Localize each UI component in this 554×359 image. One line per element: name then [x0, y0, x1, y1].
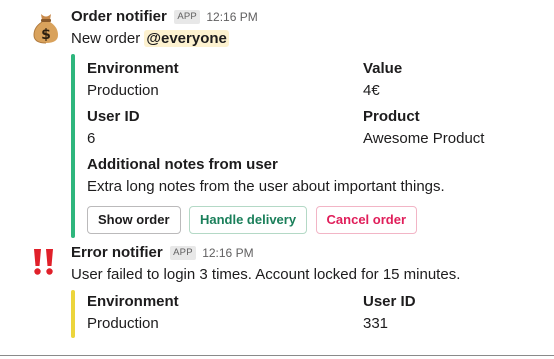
field-notes: Additional notes from user Extra long no… — [87, 154, 527, 198]
handle-delivery-button[interactable]: Handle delivery — [188, 206, 308, 234]
field-user-id: User ID 6 — [87, 106, 357, 150]
order-attachment: Environment Production Value 4€ User ID … — [71, 54, 541, 238]
app-badge: APP — [174, 10, 200, 24]
app-badge: APP — [170, 246, 196, 260]
field-value: Production — [87, 315, 159, 332]
message-timestamp[interactable]: 12:16 PM — [202, 246, 253, 260]
message-text-prefix: New order — [71, 30, 141, 47]
message-text: User failed to login 3 times. Account lo… — [71, 266, 461, 283]
sender-name[interactable]: Order notifier — [71, 8, 167, 25]
field-value: 331 — [363, 315, 389, 332]
attachment-accent-bar — [71, 54, 75, 238]
field-value: Extra long notes from the user about imp… — [87, 178, 445, 195]
field-label: Product — [363, 108, 420, 125]
field-value-amount: Value 4€ — [363, 58, 554, 102]
field-value: Production — [87, 82, 159, 99]
money-bag-icon[interactable]: $ — [32, 10, 60, 44]
field-environment: Environment Production — [87, 291, 357, 335]
field-environment: Environment Production — [87, 58, 357, 102]
field-label: Additional notes from user — [87, 156, 278, 173]
field-product: Product Awesome Product — [363, 106, 554, 150]
field-label: Value — [363, 60, 403, 77]
field-label: Environment — [87, 60, 179, 77]
field-label: Environment — [87, 293, 179, 310]
field-user-id: User ID 331 — [363, 291, 554, 335]
svg-text:$: $ — [41, 27, 51, 43]
field-value: 6 — [87, 130, 96, 147]
attachment-accent-bar — [71, 290, 75, 338]
field-label: User ID — [363, 293, 416, 310]
field-label: User ID — [87, 108, 140, 125]
double-exclamation-icon[interactable] — [32, 246, 60, 280]
message-text: New order @everyone — [71, 28, 541, 50]
field-value: Awesome Product — [363, 130, 485, 147]
action-buttons: Show order Handle delivery Cancel order — [87, 206, 421, 234]
message-timestamp[interactable]: 12:16 PM — [206, 10, 257, 24]
show-order-button[interactable]: Show order — [87, 206, 181, 234]
everyone-mention[interactable]: @everyone — [144, 30, 229, 47]
sender-name[interactable]: Error notifier — [71, 244, 163, 261]
error-attachment: Environment Production User ID 331 — [71, 290, 541, 338]
field-value: 4€ — [363, 82, 380, 99]
bottom-divider — [0, 355, 554, 356]
cancel-order-button[interactable]: Cancel order — [315, 206, 418, 234]
